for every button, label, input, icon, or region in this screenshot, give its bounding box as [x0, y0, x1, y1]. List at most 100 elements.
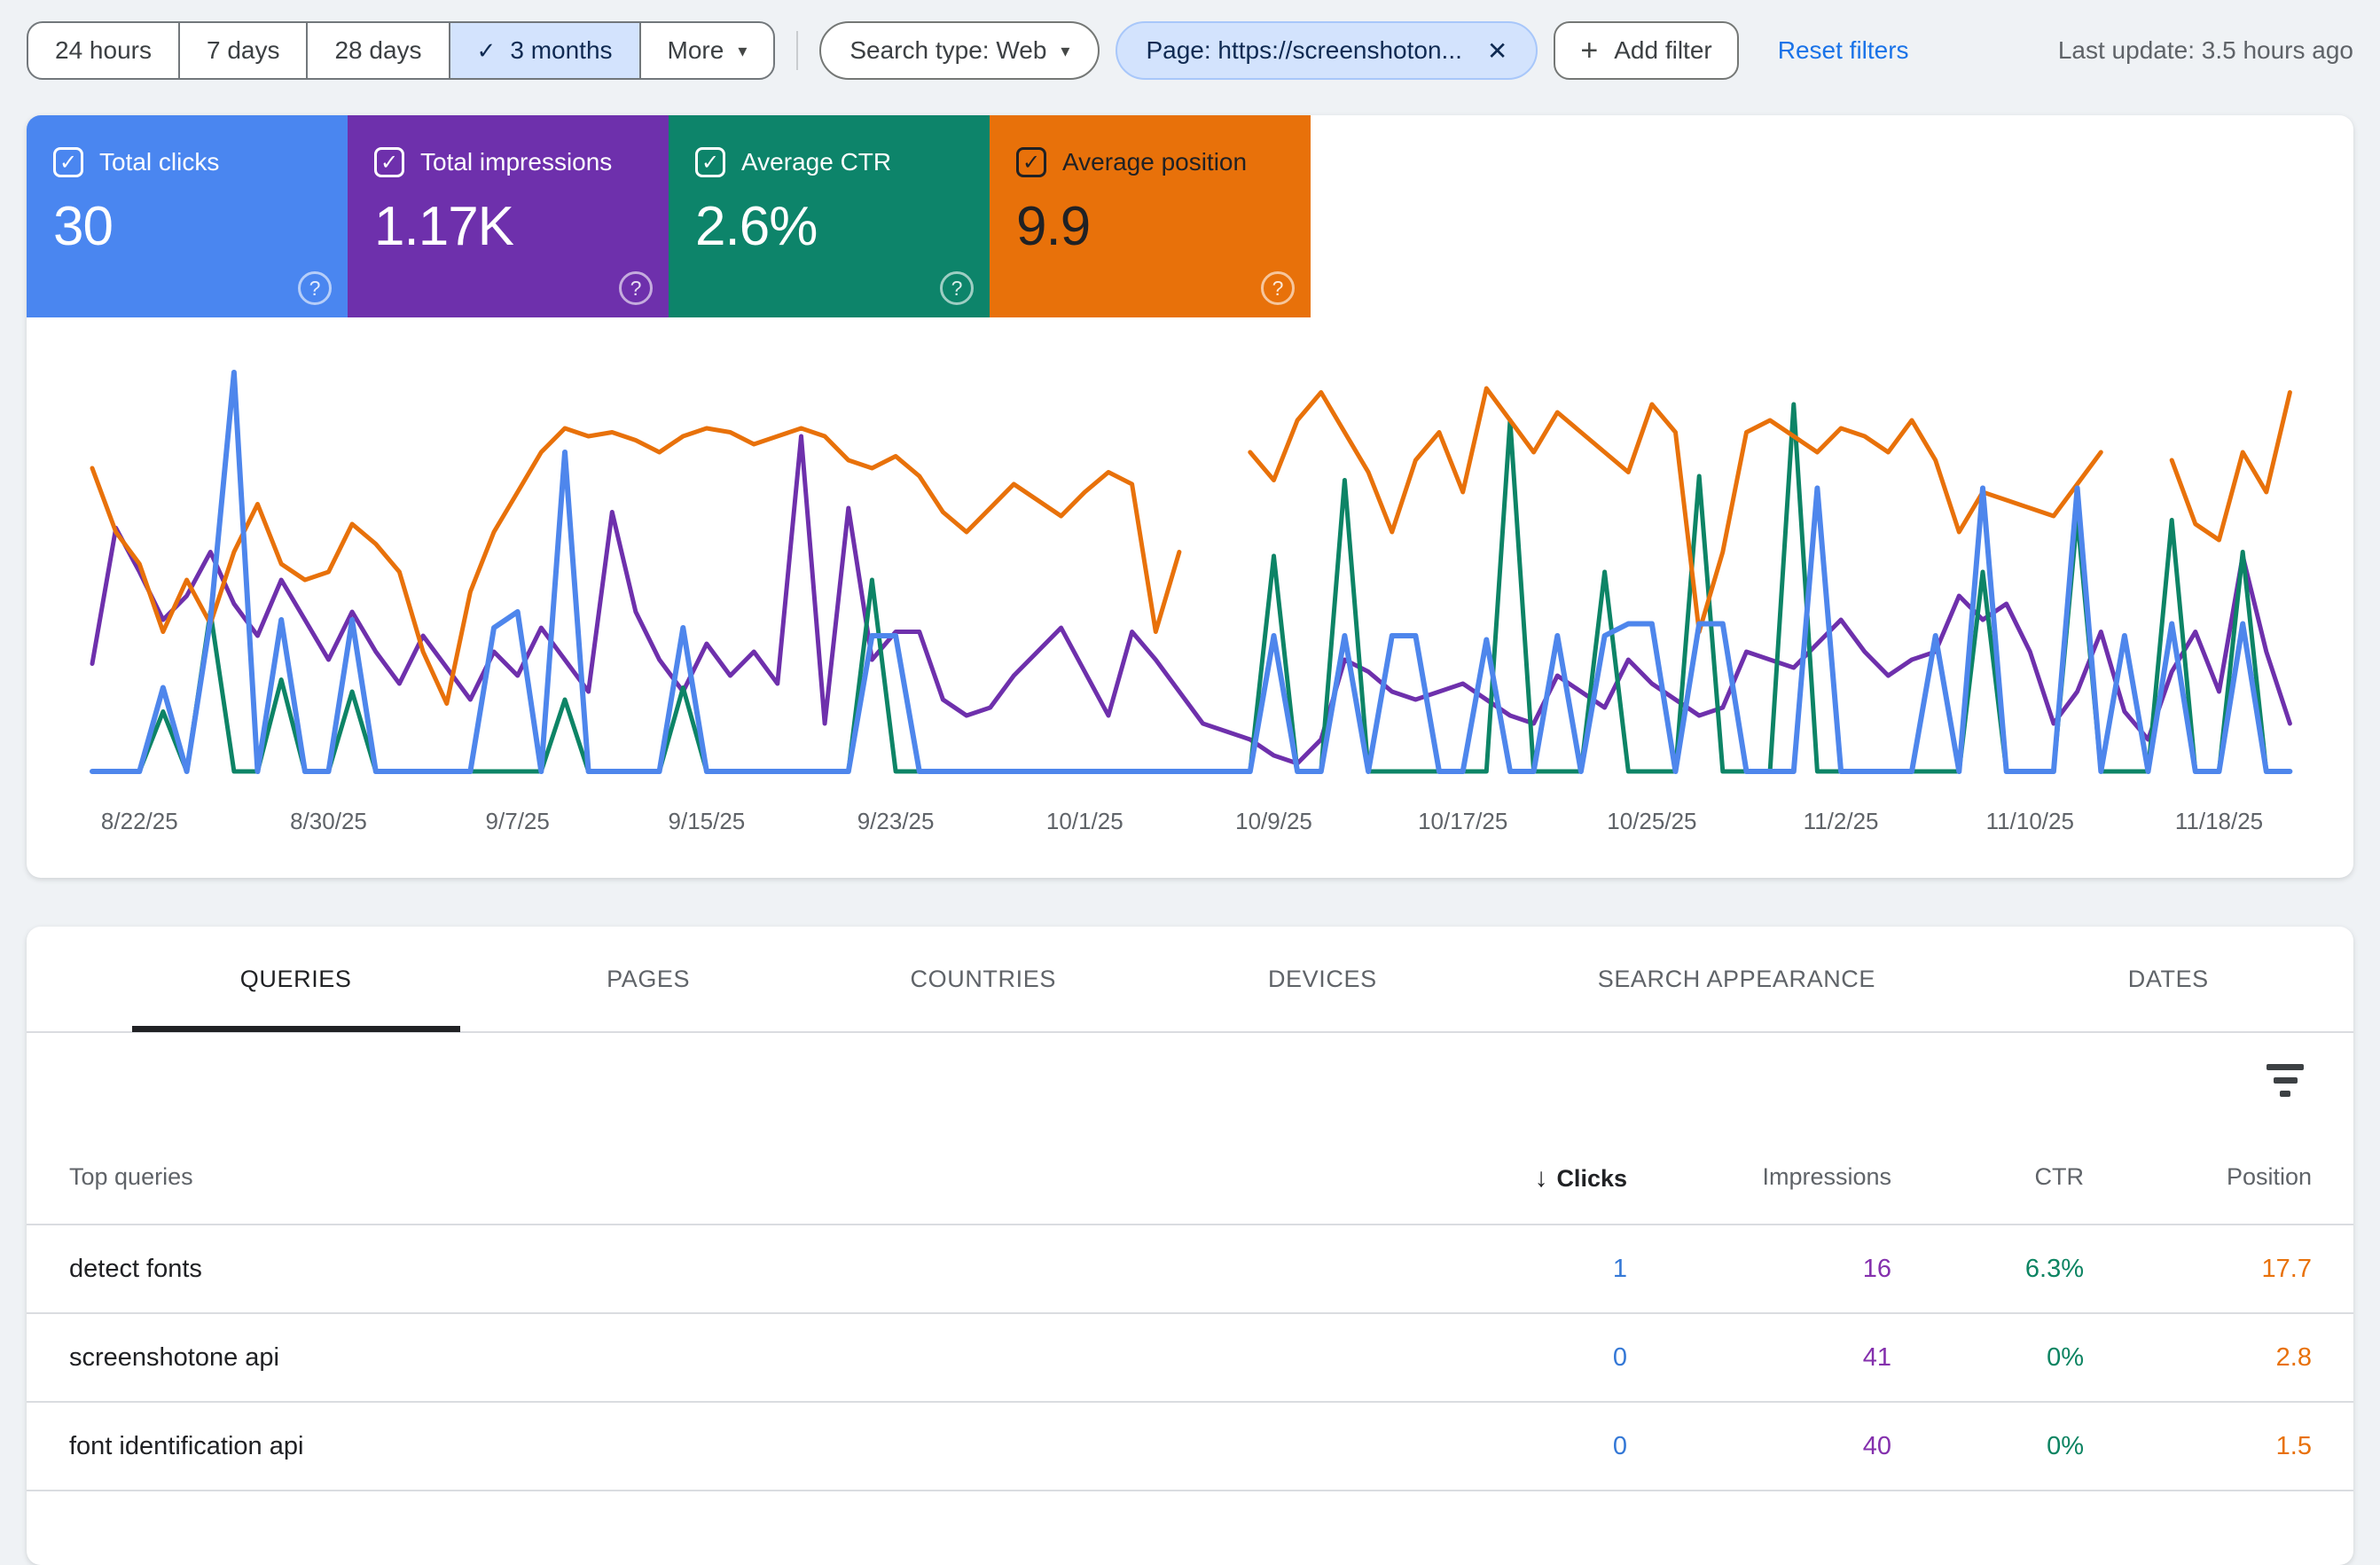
help-icon[interactable]: ?: [298, 271, 332, 305]
query-cell: font identification api: [69, 1432, 303, 1461]
plus-icon: +: [1580, 34, 1598, 68]
clicks-column-header[interactable]: ↓Clicks: [1534, 1163, 1627, 1193]
tab-pages[interactable]: PAGES: [485, 927, 811, 1032]
table-header-row: Top queries ↓Clicks Impressions CTR Posi…: [27, 1126, 2353, 1225]
range-28-days[interactable]: 28 days: [306, 23, 448, 78]
tab-dates[interactable]: DATES: [1984, 927, 2353, 1032]
x-axis-tick-label: 11/10/25: [1986, 808, 2074, 834]
series-ctr-line: [92, 404, 2290, 771]
table-row[interactable]: screenshotone api 0 41 0% 2.8: [27, 1314, 2353, 1403]
range-more-dropdown[interactable]: More ▾: [639, 23, 774, 78]
filter-bar: [2266, 1064, 2304, 1070]
tile-label: Total impressions: [420, 148, 612, 176]
filter-list-icon[interactable]: [2261, 1056, 2309, 1104]
chevron-down-icon: ▾: [738, 40, 747, 62]
metric-tiles: ✓ Total clicks 30 ? ✓ Total impressions …: [27, 115, 2353, 317]
query-cell: detect fonts: [69, 1255, 202, 1284]
x-axis-tick-label: 10/17/25: [1418, 808, 1507, 834]
query-cell: screenshotone api: [69, 1343, 279, 1373]
checkbox-checked-icon[interactable]: ✓: [53, 147, 83, 177]
impressions-column-header[interactable]: Impressions: [1762, 1163, 1891, 1191]
dimensions-table-card: QUERIES PAGES COUNTRIES DEVICES SEARCH A…: [27, 927, 2353, 1565]
impressions-cell: 16: [1863, 1255, 1891, 1284]
series-clicks-line: [92, 372, 2290, 771]
tab-countries[interactable]: COUNTRIES: [811, 927, 1155, 1032]
range-3-months[interactable]: ✓ 3 months: [449, 23, 639, 78]
add-filter-button[interactable]: + Add filter: [1554, 21, 1738, 80]
ctr-column-header[interactable]: CTR: [2035, 1163, 2085, 1191]
ctr-cell: 6.3%: [2025, 1255, 2084, 1284]
range-7-days[interactable]: 7 days: [178, 23, 307, 78]
range-label: 3 months: [510, 36, 612, 65]
search-type-chip[interactable]: Search type: Web ▾: [819, 21, 1100, 80]
filter-bar: [2280, 1091, 2290, 1097]
help-icon[interactable]: ?: [1261, 271, 1295, 305]
position-cell: 1.5: [2276, 1432, 2312, 1461]
tile-label: Average CTR: [741, 148, 891, 176]
toolbar-divider: [796, 31, 798, 70]
clicks-cell: 0: [1613, 1343, 1627, 1373]
series-impressions-line: [92, 436, 2290, 763]
help-icon[interactable]: ?: [619, 271, 653, 305]
checkbox-checked-icon[interactable]: ✓: [695, 147, 725, 177]
filter-toolbar: 24 hours 7 days 28 days ✓ 3 months More …: [27, 21, 2353, 80]
position-column-header[interactable]: Position: [2227, 1163, 2312, 1191]
x-axis-tick-label: 9/15/25: [669, 808, 746, 834]
x-axis-tick-label: 9/23/25: [857, 808, 935, 834]
x-axis-tick-label: 10/1/25: [1046, 808, 1123, 834]
range-24-hours[interactable]: 24 hours: [28, 23, 178, 78]
position-cell: 2.8: [2276, 1343, 2312, 1373]
sort-desc-icon: ↓: [1534, 1163, 1547, 1193]
tab-search-appearance[interactable]: SEARCH APPEARANCE: [1490, 927, 1983, 1032]
x-axis-tick-label: 10/9/25: [1235, 808, 1312, 834]
range-label: 28 days: [334, 36, 421, 65]
ctr-cell: 0%: [2047, 1432, 2084, 1461]
check-icon: ✓: [477, 37, 497, 65]
checkbox-checked-icon[interactable]: ✓: [374, 147, 404, 177]
tab-devices[interactable]: DEVICES: [1155, 927, 1491, 1032]
table-row[interactable]: font identification api 0 40 0% 1.5: [27, 1403, 2353, 1491]
filter-bar: [2274, 1077, 2298, 1084]
tab-queries[interactable]: QUERIES: [106, 927, 485, 1032]
clicks-cell: 1: [1613, 1255, 1627, 1284]
date-range-group: 24 hours 7 days 28 days ✓ 3 months More …: [27, 21, 775, 80]
page-filter-label: Page: https://screenshoton...: [1146, 36, 1461, 65]
help-icon[interactable]: ?: [940, 271, 974, 305]
checkbox-checked-icon[interactable]: ✓: [1016, 147, 1046, 177]
performance-chart-card: ✓ Total clicks 30 ? ✓ Total impressions …: [27, 115, 2353, 878]
average-position-tile[interactable]: ✓ Average position 9.9 ?: [990, 115, 1311, 317]
table-toolbar: [27, 1033, 2353, 1126]
more-label: More: [668, 36, 724, 65]
chevron-down-icon: ▾: [1061, 40, 1069, 62]
average-ctr-tile[interactable]: ✓ Average CTR 2.6% ?: [669, 115, 990, 317]
performance-line-chart: 8/22/258/30/259/7/259/15/259/23/2510/1/2…: [27, 328, 2353, 860]
top-queries-header: Top queries: [69, 1163, 193, 1191]
table-row[interactable]: detect fonts 1 16 6.3% 17.7: [27, 1225, 2353, 1314]
close-icon[interactable]: ✕: [1487, 36, 1507, 66]
x-axis-tick-label: 8/22/25: [101, 808, 178, 834]
tile-label: Total clicks: [99, 148, 219, 176]
x-axis-tick-label: 10/25/25: [1607, 808, 1696, 834]
tile-label: Average position: [1062, 148, 1247, 176]
impressions-cell: 41: [1863, 1343, 1891, 1373]
average-position-value: 9.9: [1016, 195, 1284, 258]
series-position-line: [92, 388, 2290, 704]
x-axis-tick-label: 11/18/25: [2175, 808, 2263, 834]
x-axis-tick-label: 8/30/25: [290, 808, 367, 834]
add-filter-label: Add filter: [1614, 36, 1712, 65]
total-clicks-tile[interactable]: ✓ Total clicks 30 ?: [27, 115, 348, 317]
total-impressions-value: 1.17K: [374, 195, 642, 258]
total-clicks-value: 30: [53, 195, 321, 258]
range-label: 24 hours: [55, 36, 152, 65]
clicks-cell: 0: [1613, 1432, 1627, 1461]
range-label: 7 days: [207, 36, 280, 65]
page-filter-chip[interactable]: Page: https://screenshoton... ✕: [1116, 21, 1538, 80]
average-ctr-value: 2.6%: [695, 195, 963, 258]
total-impressions-tile[interactable]: ✓ Total impressions 1.17K ?: [348, 115, 669, 317]
reset-filters-link[interactable]: Reset filters: [1778, 36, 1909, 65]
ctr-cell: 0%: [2047, 1343, 2084, 1373]
position-cell: 17.7: [2262, 1255, 2312, 1284]
impressions-cell: 40: [1863, 1432, 1891, 1461]
search-type-label: Search type: Web: [849, 36, 1046, 65]
last-update-text: Last update: 3.5 hours ago: [2058, 36, 2353, 65]
